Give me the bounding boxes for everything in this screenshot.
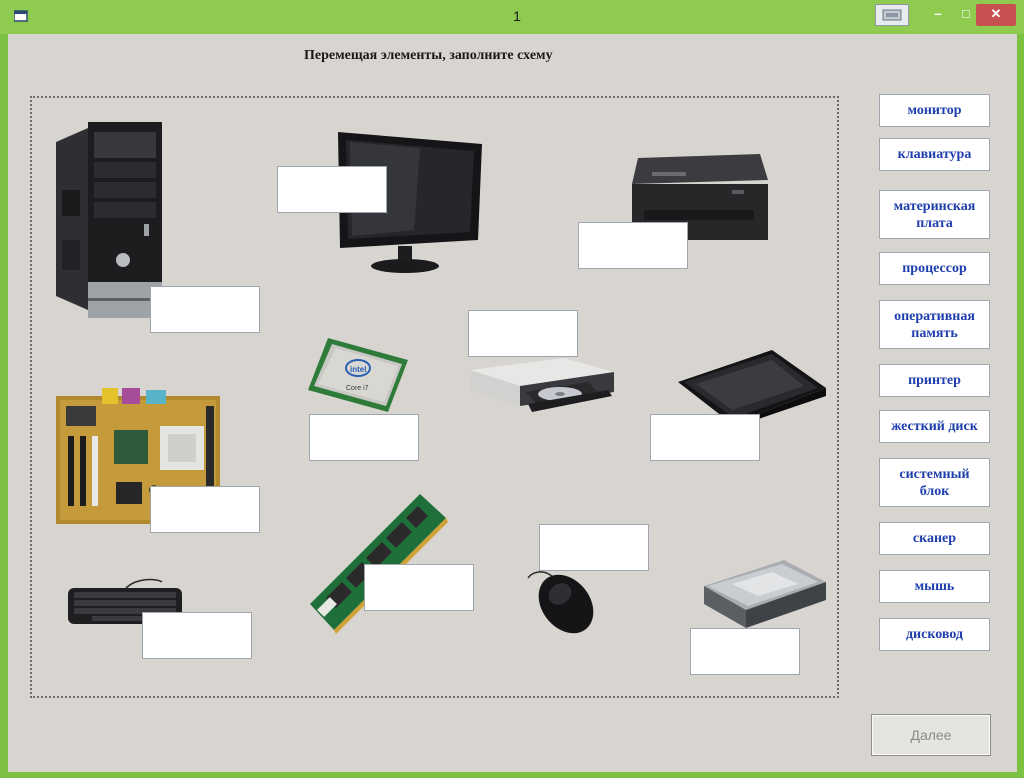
application-window: 1 – □ ✕ Перемещая элементы, заполните сх… — [0, 0, 1024, 778]
window-icon — [882, 9, 902, 21]
drag-label-disk-drive[interactable]: дисковод — [879, 618, 990, 651]
title-bar[interactable]: 1 – □ ✕ — [0, 0, 1024, 34]
maximize-icon: □ — [962, 6, 970, 21]
drop-target-system-unit[interactable] — [150, 286, 260, 333]
drag-label-keyboard[interactable]: клавиатура — [879, 138, 990, 171]
form-client-area: Перемещая элементы, заполните схему inte… — [8, 34, 1017, 772]
drop-target-printer[interactable] — [578, 222, 688, 269]
drop-target-optical-drive[interactable] — [468, 310, 578, 357]
drag-label-motherboard[interactable]: материнская плата — [879, 190, 990, 239]
window-title: 1 — [513, 8, 521, 24]
scheme-area: intel Core i7 — [30, 96, 839, 698]
drag-label-system-unit[interactable]: системный блок — [879, 458, 990, 507]
svg-text:Core i7: Core i7 — [346, 385, 369, 392]
drop-target-processor[interactable] — [309, 414, 419, 461]
next-button[interactable]: Далее — [871, 714, 991, 756]
close-button[interactable]: ✕ — [976, 4, 1016, 26]
drop-target-mouse[interactable] — [539, 524, 649, 571]
extra-window-button[interactable] — [875, 4, 909, 26]
processor-image: intel Core i7 — [308, 338, 408, 412]
svg-text:intel: intel — [350, 365, 366, 374]
drag-label-processor[interactable]: процессор — [879, 252, 990, 285]
drop-target-hard-disk[interactable] — [690, 628, 800, 675]
minimize-icon: – — [934, 6, 942, 21]
drag-label-ram[interactable]: оперативная память — [879, 300, 990, 349]
drag-label-mouse[interactable]: мышь — [879, 570, 990, 603]
drop-target-motherboard[interactable] — [150, 486, 260, 533]
drag-label-printer[interactable]: принтер — [879, 364, 990, 397]
drag-label-scanner[interactable]: сканер — [879, 522, 990, 555]
instruction-heading: Перемещая элементы, заполните схему — [304, 48, 553, 63]
close-icon: ✕ — [990, 6, 1002, 21]
hard-disk-image — [704, 560, 826, 628]
mouse-image — [527, 571, 594, 634]
drag-label-monitor[interactable]: монитор — [879, 94, 990, 127]
drag-label-hard-disk[interactable]: жесткий диск — [879, 410, 990, 443]
drop-target-scanner[interactable] — [650, 414, 760, 461]
optical-drive-image — [470, 358, 614, 412]
minimize-button[interactable]: – — [925, 4, 951, 26]
drop-target-monitor[interactable] — [277, 166, 387, 213]
drop-target-keyboard[interactable] — [142, 612, 252, 659]
drop-target-ram-module[interactable] — [364, 564, 474, 611]
